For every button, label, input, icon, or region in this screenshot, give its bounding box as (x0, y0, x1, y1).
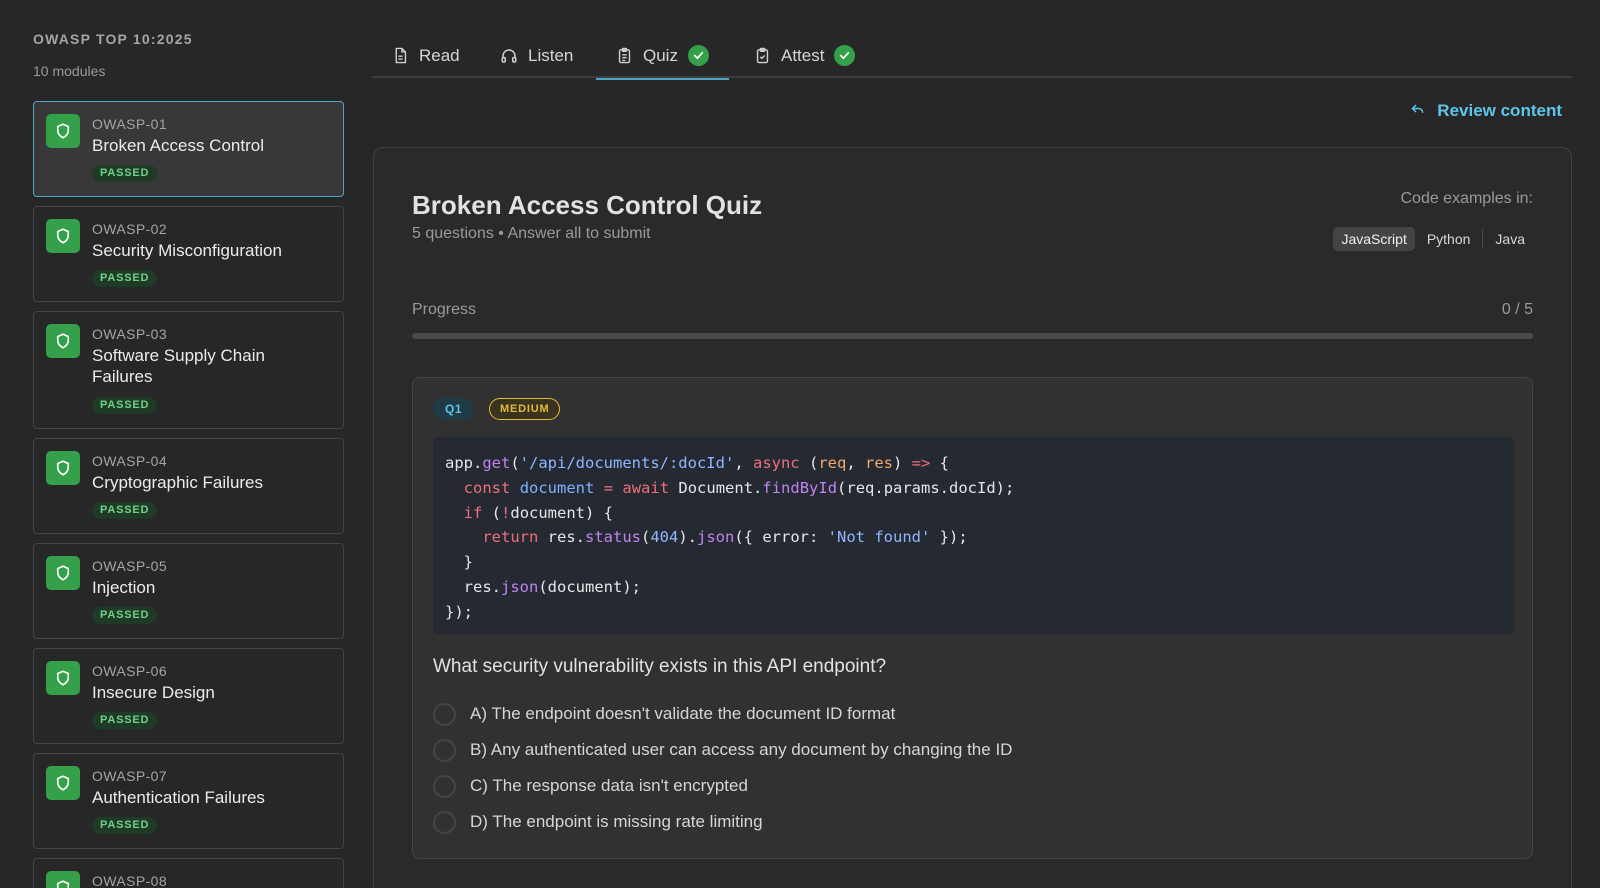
answer-option-b[interactable]: B) Any authenticated user can access any… (433, 732, 1012, 768)
module-code: OWASP-02 (92, 221, 168, 237)
module-card-owasp-08[interactable]: OWASP-08 (33, 858, 344, 888)
code-line: const document = await Document.findById… (463, 478, 1015, 497)
answer-label: A) The endpoint doesn't validate the doc… (470, 704, 896, 723)
question-number-badge: Q1 (433, 398, 475, 420)
content-tabs: Read Listen Quiz Attest (372, 33, 1572, 80)
language-option-python[interactable]: Python (1419, 227, 1479, 251)
check-icon (687, 45, 709, 66)
answer-label: B) Any authenticated user can access any… (470, 740, 1013, 759)
code-line: res.json(document); (445, 577, 641, 596)
shield-icon (46, 871, 80, 888)
answer-option-d[interactable]: D) The endpoint is missing rate limiting (433, 804, 1012, 840)
answer-label: C) The response data isn't encrypted (470, 776, 748, 795)
tab-label: Quiz (643, 45, 678, 65)
module-name: Broken Access Control (92, 136, 264, 155)
headphones-icon (500, 47, 518, 65)
shield-icon (46, 661, 80, 695)
module-code: OWASP-05 (92, 558, 168, 574)
status-badge: PASSED (92, 712, 158, 729)
progress-bar (412, 333, 1533, 339)
language-option-java[interactable]: Java (1487, 227, 1533, 251)
review-content-label: Review content (1437, 101, 1562, 120)
status-badge: PASSED (92, 270, 158, 287)
module-card-owasp-01[interactable]: OWASP-01 Broken Access Control PASSED (33, 101, 344, 197)
question-text: What security vulnerability exists in th… (433, 656, 887, 677)
shield-icon (46, 451, 80, 485)
shield-icon (46, 766, 80, 800)
module-code: OWASP-03 (92, 326, 168, 342)
radio-button[interactable] (433, 810, 456, 834)
shield-icon (46, 114, 80, 148)
module-code: OWASP-01 (92, 116, 168, 132)
module-name: Security Misconfiguration (92, 241, 282, 260)
code-line: }); (445, 602, 473, 621)
module-card-owasp-02[interactable]: OWASP-02 Security Misconfiguration PASSE… (33, 206, 344, 302)
question-card: Q1 MEDIUM app.get('/api/documents/:docId… (412, 377, 1533, 859)
quiz-meta: 5 questions • Answer all to submit (412, 225, 651, 242)
code-line: } (445, 553, 473, 572)
status-badge: PASSED (92, 502, 158, 519)
divider (1482, 229, 1484, 249)
code-snippet: app.get('/api/documents/:docId', async (… (433, 437, 1514, 634)
status-badge: PASSED (92, 165, 158, 182)
module-card-owasp-04[interactable]: OWASP-04 Cryptographic Failures PASSED (33, 438, 344, 534)
module-code: OWASP-08 (92, 873, 168, 888)
progress-label: Progress (412, 301, 477, 318)
module-card-owasp-05[interactable]: OWASP-05 Injection PASSED (33, 543, 344, 639)
module-code: OWASP-06 (92, 663, 168, 679)
quiz-title: Broken Access Control Quiz (412, 190, 763, 220)
module-sidebar: OWASP TOP 10:2025 10 modules OWASP-01 Br… (33, 0, 344, 888)
answer-options: A) The endpoint doesn't validate the doc… (433, 696, 1012, 840)
tab-label: Listen (528, 45, 574, 65)
clipboard-check-icon (754, 47, 771, 64)
module-card-owasp-03[interactable]: OWASP-03 Software Supply Chain Failures … (33, 311, 344, 429)
tab-listen[interactable]: Listen (500, 33, 573, 78)
check-icon (834, 45, 856, 66)
document-icon (392, 47, 409, 64)
app-root: OWASP TOP 10:2025 10 modules OWASP-01 Br… (0, 0, 1600, 888)
shield-icon (46, 556, 80, 590)
module-name: Insecure Design (92, 683, 215, 702)
status-badge: PASSED (92, 397, 158, 414)
course-title: OWASP TOP 10:2025 (33, 31, 193, 47)
progress-count: 0 / 5 (1501, 301, 1533, 318)
shield-icon (46, 219, 80, 253)
answer-label: D) The endpoint is missing rate limiting (470, 812, 763, 831)
quiz-panel: Broken Access Control Quiz 5 questions •… (373, 147, 1572, 888)
module-count: 10 modules (33, 63, 106, 79)
shield-icon (46, 324, 80, 358)
status-badge: PASSED (92, 817, 158, 834)
clipboard-list-icon (616, 47, 633, 64)
tab-read[interactable]: Read (392, 33, 460, 78)
review-content-link[interactable]: Review content (1410, 101, 1562, 121)
status-badge: PASSED (92, 607, 158, 624)
tab-label: Read (419, 45, 460, 65)
language-option-javascript[interactable]: JavaScript (1333, 227, 1415, 251)
module-card-owasp-07[interactable]: OWASP-07 Authentication Failures PASSED (33, 753, 344, 849)
language-switcher: JavaScript Python Java (1333, 227, 1533, 251)
code-line: if (!document) { (463, 503, 614, 522)
difficulty-badge: MEDIUM (489, 398, 561, 420)
module-code: OWASP-04 (92, 453, 168, 469)
code-line: app.get('/api/documents/:docId', async (… (445, 454, 950, 472)
tab-quiz[interactable]: Quiz (596, 33, 729, 80)
radio-button[interactable] (433, 738, 456, 762)
radio-button[interactable] (433, 702, 456, 726)
answer-option-a[interactable]: A) The endpoint doesn't validate the doc… (433, 696, 1012, 732)
answer-option-c[interactable]: C) The response data isn't encrypted (433, 768, 1012, 804)
module-card-owasp-06[interactable]: OWASP-06 Insecure Design PASSED (33, 648, 344, 744)
module-name: Authentication Failures (92, 788, 265, 807)
module-name: Injection (92, 578, 156, 597)
code-examples-label: Code examples in: (1400, 190, 1533, 207)
undo-arrow-icon (1410, 101, 1425, 121)
tab-label: Attest (781, 45, 825, 65)
module-name: Software Supply Chain Failures (92, 346, 265, 386)
code-line: return res.status(404).json({ error: 'No… (482, 528, 968, 547)
radio-button[interactable] (433, 774, 456, 798)
module-code: OWASP-07 (92, 768, 168, 784)
tab-attest[interactable]: Attest (754, 33, 856, 78)
module-name: Cryptographic Failures (92, 473, 264, 492)
